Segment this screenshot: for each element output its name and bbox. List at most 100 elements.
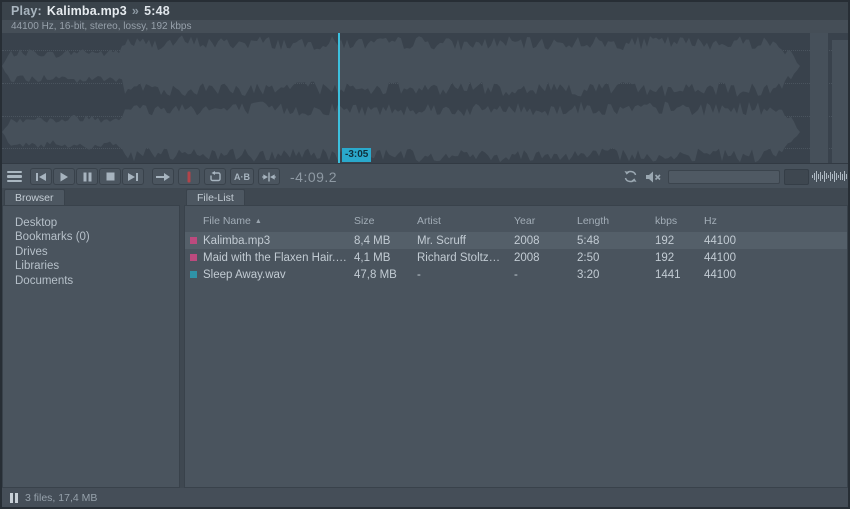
column-header-year[interactable]: Year: [514, 215, 577, 227]
follow-playhead-button[interactable]: [258, 164, 280, 189]
cell-size: 8,4 MB: [354, 235, 417, 247]
mute-speaker-icon: [645, 171, 662, 183]
table-row[interactable]: Sleep Away.wav 47,8 MB - - 3:20 1441 441…: [185, 266, 847, 283]
titlebar: Play: Kalimba.mp3 » 5:48: [2, 2, 848, 20]
column-header-kbps[interactable]: kbps: [655, 215, 704, 227]
browser-item-desktop[interactable]: Desktop: [3, 216, 179, 230]
tab-browser[interactable]: Browser: [4, 189, 65, 205]
column-header-hz[interactable]: Hz: [704, 215, 847, 227]
cell-kbps: 1441: [655, 269, 704, 281]
sort-asc-icon: ▲: [255, 218, 262, 225]
stream-info-bar: 44100 Hz, 16-bit, stereo, lossy, 192 kbp…: [2, 20, 848, 33]
cell-year: 2008: [514, 235, 577, 247]
browser-item-drives[interactable]: Drives: [3, 245, 179, 259]
table-row[interactable]: Maid with the Flaxen Hair.mp3 4,1 MB Ric…: [185, 249, 847, 266]
cell-kbps: 192: [655, 252, 704, 264]
loop-icon: [209, 171, 222, 182]
waveform-view[interactable]: -3:05: [2, 33, 848, 163]
cell-year: -: [514, 269, 577, 281]
volume-slider-track[interactable]: [668, 170, 780, 184]
volume-slider[interactable]: [668, 164, 780, 189]
stream-info-text: 44100 Hz, 16-bit, stereo, lossy, 192 kbp…: [11, 21, 191, 32]
cell-kbps: 192: [655, 235, 704, 247]
play-icon: [59, 172, 69, 182]
column-header-size[interactable]: Size: [354, 215, 417, 227]
stop-button[interactable]: [99, 164, 121, 189]
cell-length: 3:20: [577, 269, 655, 281]
cell-size: 47,8 MB: [354, 269, 417, 281]
title-separator: »: [132, 4, 139, 18]
filelist-panel-body: File Name ▲ Size Artist Year Length kbps…: [184, 205, 848, 488]
cell-hz: 44100: [704, 235, 847, 247]
cell-artist: Richard Stoltzman/Slov…: [417, 252, 514, 264]
title-duration: 5:48: [144, 4, 170, 18]
stop-after-track-button[interactable]: [178, 164, 200, 189]
waveform-seek-button[interactable]: [812, 164, 850, 189]
status-bar: 3 files, 17,4 MB: [2, 488, 848, 507]
cell-file-name: Kalimba.mp3: [203, 235, 354, 247]
cell-hz: 44100: [704, 252, 847, 264]
main-area: Browser Desktop Bookmarks (0) Drives Lib…: [2, 188, 848, 488]
next-button[interactable]: [122, 164, 144, 189]
cell-length: 5:48: [577, 235, 655, 247]
filelist-header: File Name ▲ Size Artist Year Length kbps…: [185, 210, 847, 232]
filelist-panel: File-List File Name ▲ Size Artist Year L…: [184, 188, 848, 488]
cell-file-name: Sleep Away.wav: [203, 269, 354, 281]
center-playhead-icon: [262, 172, 276, 182]
browser-item-bookmarks[interactable]: Bookmarks (0): [3, 230, 179, 244]
column-header-file-name[interactable]: File Name ▲: [203, 215, 354, 227]
title-prefix: Play:: [11, 4, 42, 18]
table-row[interactable]: Kalimba.mp3 8,4 MB Mr. Scruff 2008 5:48 …: [185, 232, 847, 249]
cell-year: 2008: [514, 252, 577, 264]
previous-button[interactable]: [30, 164, 52, 189]
waveform-scrollbar-thumb[interactable]: [832, 40, 848, 163]
player-window: Play: Kalimba.mp3 » 5:48 44100 Hz, 16-bi…: [0, 0, 850, 509]
title-filename: Kalimba.mp3: [47, 4, 127, 18]
play-mode-button[interactable]: [152, 164, 174, 189]
next-icon: [127, 172, 139, 182]
column-header-length[interactable]: Length: [577, 215, 655, 227]
remaining-time: -4:09.2: [290, 169, 337, 185]
time-display: -4:09.2: [290, 164, 337, 189]
cell-size: 4,1 MB: [354, 252, 417, 264]
waveform-graphic: [2, 33, 808, 163]
files-icon: [10, 493, 18, 503]
cell-hz: 44100: [704, 269, 847, 281]
transport-toolbar: A·B -4:09.2: [2, 163, 848, 188]
play-button[interactable]: [53, 164, 75, 189]
status-text: 3 files, 17,4 MB: [25, 492, 97, 504]
browser-panel: Browser Desktop Bookmarks (0) Drives Lib…: [2, 188, 180, 488]
main-menu-button[interactable]: [7, 164, 22, 189]
mute-button[interactable]: [645, 164, 662, 189]
pause-button[interactable]: [76, 164, 98, 189]
tab-file-list[interactable]: File-List: [186, 189, 245, 205]
menu-icon: [7, 171, 22, 183]
replay-gain-button[interactable]: [623, 164, 638, 189]
browser-item-documents[interactable]: Documents: [3, 274, 179, 288]
balance-box[interactable]: [784, 164, 809, 189]
playhead-time-label: -3:05: [342, 148, 371, 162]
pause-icon: [83, 172, 92, 182]
cell-artist: -: [417, 269, 514, 281]
arrow-right-icon: [156, 173, 170, 181]
loop-button[interactable]: [204, 164, 226, 189]
file-type-icon: [190, 237, 197, 244]
browser-item-libraries[interactable]: Libraries: [3, 259, 179, 273]
waveform-scrollbar-track[interactable]: [810, 33, 828, 163]
cell-length: 2:50: [577, 252, 655, 264]
mini-waveform-icon: [812, 170, 850, 183]
cell-artist: Mr. Scruff: [417, 235, 514, 247]
file-type-icon: [190, 271, 197, 278]
browser-panel-body: Desktop Bookmarks (0) Drives Libraries D…: [2, 205, 180, 488]
tab-browser-label: Browser: [15, 192, 54, 204]
previous-icon: [35, 172, 47, 182]
balance-box-track[interactable]: [784, 169, 809, 185]
ab-repeat-button[interactable]: A·B: [230, 164, 254, 189]
file-type-icon: [190, 254, 197, 261]
red-marker-icon: [187, 171, 191, 183]
column-header-artist[interactable]: Artist: [417, 215, 514, 227]
cell-file-name: Maid with the Flaxen Hair.mp3: [203, 252, 354, 264]
playhead-line[interactable]: [338, 33, 340, 163]
refresh-icon: [623, 170, 638, 183]
browser-list: Desktop Bookmarks (0) Drives Libraries D…: [3, 206, 179, 288]
